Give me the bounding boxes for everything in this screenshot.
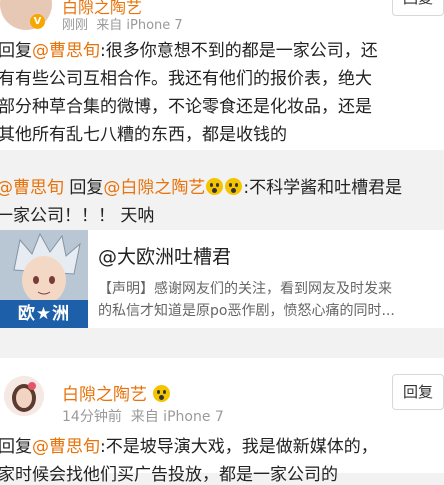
comment-line-4: 其他所有乱七八糟的东西，都是收钱的 — [0, 125, 287, 145]
retweet-line-2: 一家公司！！！ 天呐 — [0, 206, 155, 226]
reply-button[interactable]: 回复 — [392, 374, 444, 410]
reply-prefix: 回复 — [0, 437, 32, 457]
smile-emoji-icon — [153, 385, 171, 402]
mention-link[interactable]: @白隙之陶艺 — [103, 178, 205, 198]
comment-line-3: 部分种草合集的微博，不论零食还是化妆品，还是 — [0, 97, 372, 117]
avatar[interactable] — [4, 376, 44, 416]
avatar[interactable] — [0, 0, 52, 30]
comment-text: :很多你意想不到的都是一家公司，还 — [100, 41, 378, 61]
mention-link[interactable]: @曹思旬 — [32, 437, 100, 457]
link-card-title: @大欧洲吐槽君 — [98, 246, 232, 268]
link-card-desc-line-1: 【声明】感谢网友们的关注，看到网友及时发来 — [98, 281, 392, 297]
post-source: 来自 iPhone 7 — [96, 18, 183, 33]
comment-line-2: 有有些公司互相合作。我还有他们的报价表，绝大 — [0, 69, 372, 89]
verified-badge-icon: V — [30, 14, 45, 29]
comment-card-1: V 白隙之陶艺 刚刚 来自 iPhone 7 回复 回复@曹思旬:很多你意想不到… — [0, 0, 444, 150]
retweet-text: :不科学酱和吐槽君是 — [243, 178, 403, 198]
comment-line-1: 回复@曹思旬:不是坡导演大戏，我是做新媒体的， — [0, 432, 378, 457]
reply-prefix: 回复 — [0, 41, 32, 61]
mention-link[interactable]: @曹思旬 — [32, 41, 100, 61]
retweet-line-1: @曹思旬 回复@白隙之陶艺 :不科学酱和吐槽君是 — [0, 173, 402, 198]
user-photo-icon — [4, 376, 44, 416]
scream-emoji-icon — [225, 178, 243, 195]
link-card[interactable]: 欧★洲 @大欧洲吐槽君 【声明】感谢网友们的关注，看到网友及时发来 的私信才知道… — [0, 230, 444, 328]
thumbnail: 欧★洲 — [0, 230, 88, 328]
mention-link[interactable]: @曹思旬 — [0, 178, 64, 198]
post-time: 刚刚 来自 iPhone 7 — [62, 14, 183, 33]
thumbnail-banner: 欧★洲 — [0, 300, 88, 328]
post-time-value: 14分钟前 — [62, 409, 122, 425]
reply-word: 回复 — [64, 178, 104, 198]
comment-line-1: 回复@曹思旬:很多你意想不到的都是一家公司，还 — [0, 36, 378, 61]
comment-card-2: 白隙之陶艺 14分钟前 来自 iPhone 7 回复 回复@曹思旬:不是坡导演大… — [0, 358, 444, 485]
author-name[interactable]: 白隙之陶艺 — [62, 380, 171, 405]
link-card-desc-line-2: 的私信才知道是原po恶作剧，愤怒心痛的同时... — [98, 303, 395, 319]
post-time-value: 刚刚 — [62, 18, 89, 33]
post-source: 来自 iPhone 7 — [130, 409, 224, 425]
post-time: 14分钟前 来自 iPhone 7 — [62, 406, 224, 426]
reply-button[interactable]: 回复 — [392, 0, 444, 16]
author-name-text: 白隙之陶艺 — [62, 385, 147, 405]
scream-emoji-icon — [206, 178, 224, 195]
comment-text: :不是坡导演大戏，我是做新媒体的， — [100, 437, 378, 457]
